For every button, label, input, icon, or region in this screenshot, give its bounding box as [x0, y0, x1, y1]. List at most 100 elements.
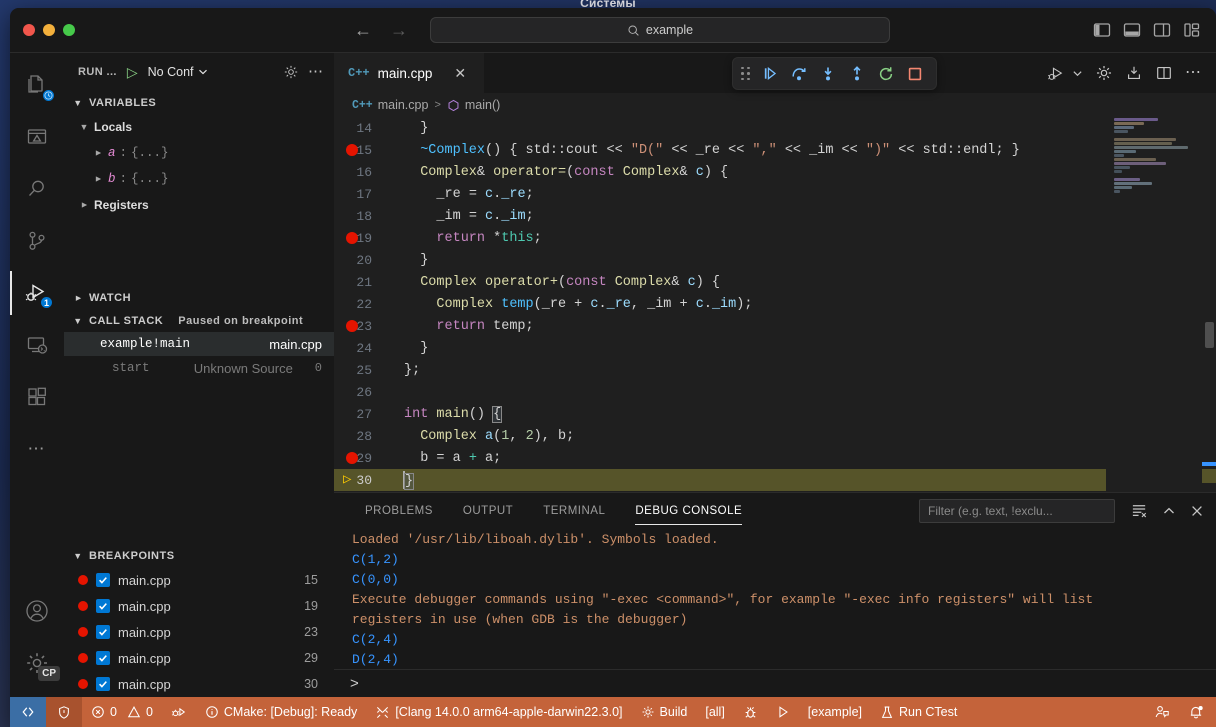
breakpoint-row[interactable]: main.cpp 29 — [64, 645, 334, 671]
callstack-frame-row[interactable]: example!main main.cpp — [64, 332, 334, 356]
status-build-target[interactable]: [all] — [696, 697, 733, 727]
restart-button[interactable] — [873, 61, 899, 87]
status-feedback[interactable] — [1145, 697, 1179, 727]
sidebar-more-actions-icon[interactable]: ⋯ — [308, 64, 324, 79]
chevron-down-icon[interactable] — [1072, 68, 1083, 79]
status-remote-window[interactable] — [10, 697, 46, 727]
variables-scope-registers[interactable]: ▼ Registers — [64, 192, 334, 218]
editor-tab-main-cpp[interactable]: C++ main.cpp ✕ — [334, 53, 484, 93]
save-all-icon[interactable] — [1125, 64, 1143, 82]
run-and-debug-sidebar: RUN ... ▷ No Conf ⋯ ▼ VARIABLES ▼ Locals… — [64, 53, 334, 697]
frame-line: 0 — [314, 361, 322, 375]
status-ctest[interactable]: Run CTest — [871, 697, 966, 727]
status-problems[interactable]: 0 0 — [82, 697, 162, 727]
scope-label: Registers — [94, 198, 149, 212]
callstack-frame-row[interactable]: start Unknown Source 0 — [64, 356, 334, 380]
toggle-primary-sidebar-icon[interactable] — [1092, 20, 1112, 40]
breakpoint-checkbox[interactable] — [96, 677, 110, 691]
collapse-panel-icon[interactable] — [1162, 504, 1176, 518]
section-variables-header[interactable]: ▼ VARIABLES — [64, 91, 334, 114]
code-editor[interactable]: 14 } 15 ~Complex() { std::cout << "D(" <… — [334, 117, 1216, 492]
close-icon[interactable]: ✕ — [454, 65, 466, 82]
status-notifications[interactable] — [1179, 697, 1216, 727]
breadcrumb-file[interactable]: C++ main.cpp — [352, 98, 428, 112]
code-line: 17 _re = c._re; — [334, 183, 1216, 205]
settings-gear-icon[interactable] — [1095, 64, 1113, 82]
debug-console-output[interactable]: Loaded '/usr/lib/liboah.dylib'. Symbols … — [334, 528, 1216, 669]
go-back-icon[interactable]: ← — [354, 21, 372, 39]
breakpoint-row[interactable]: main.cpp 30 — [64, 671, 334, 697]
tab-output[interactable]: OUTPUT — [448, 493, 528, 528]
more-actions-icon[interactable]: ⋯ — [1185, 65, 1202, 81]
breakpoint-dot-icon[interactable] — [346, 144, 358, 156]
status-launch[interactable] — [767, 697, 799, 727]
editor-minimap[interactable] — [1106, 117, 1202, 492]
activity-item-search[interactable] — [10, 163, 64, 215]
breakpoint-checkbox[interactable] — [96, 573, 110, 587]
tab-debug-console[interactable]: DEBUG CONSOLE — [620, 493, 757, 528]
toggle-secondary-sidebar-icon[interactable] — [1152, 20, 1172, 40]
breakpoints-section: ▼ BREAKPOINTS main.cpp 15 main.cpp 19 ma… — [64, 544, 334, 697]
activity-item-more-views[interactable]: ⋯ — [10, 423, 64, 475]
go-forward-icon[interactable]: → — [390, 21, 408, 39]
console-filter-input[interactable]: Filter (e.g. text, !exclu... — [919, 498, 1115, 523]
status-debug[interactable] — [734, 697, 767, 727]
status-cmake-target[interactable] — [162, 697, 196, 727]
close-window-button[interactable] — [23, 24, 35, 36]
breakpoint-checkbox[interactable] — [96, 625, 110, 639]
variables-scope-locals[interactable]: ▼ Locals — [64, 114, 334, 140]
activity-item-open-preview[interactable] — [10, 111, 64, 163]
status-workspace-trust[interactable] — [46, 697, 82, 727]
command-center-search[interactable]: example — [430, 17, 890, 43]
step-over-button[interactable] — [786, 61, 812, 87]
split-editor-icon[interactable] — [1155, 64, 1173, 82]
scrollbar-thumb[interactable] — [1205, 322, 1214, 348]
minimize-window-button[interactable] — [43, 24, 55, 36]
drag-handle-icon[interactable] — [741, 66, 750, 81]
activity-item-source-control[interactable] — [10, 215, 64, 267]
status-kit[interactable]: [Clang 14.0.0 arm64-apple-darwin22.3.0] — [366, 697, 631, 727]
breakpoint-dot-icon[interactable] — [346, 320, 358, 332]
maximize-window-button[interactable] — [63, 24, 75, 36]
breadcrumb-symbol[interactable]: main() — [447, 98, 500, 112]
customize-layout-icon[interactable] — [1182, 20, 1202, 40]
status-build[interactable]: Build — [632, 697, 697, 727]
activity-item-run-and-debug[interactable]: 1 — [10, 267, 64, 319]
activity-item-remote-explorer[interactable] — [10, 319, 64, 371]
editor-scrollbar[interactable] — [1202, 117, 1216, 492]
activity-item-extensions[interactable] — [10, 371, 64, 423]
section-watch-header[interactable]: ▼ WATCH — [64, 286, 334, 309]
breakpoint-dot-icon[interactable] — [346, 232, 358, 244]
activity-item-settings[interactable]: CP — [10, 637, 64, 689]
breakpoint-checkbox[interactable] — [96, 651, 110, 665]
breakpoint-row[interactable]: main.cpp 15 — [64, 567, 334, 593]
step-into-button[interactable] — [815, 61, 841, 87]
code-line: 19 return *this; — [334, 227, 1216, 249]
start-debugging-icon[interactable]: ▷ — [127, 64, 138, 81]
stop-button[interactable] — [902, 61, 928, 87]
clear-console-icon[interactable] — [1131, 502, 1148, 519]
activity-item-account[interactable] — [10, 585, 64, 637]
breakpoint-row[interactable]: main.cpp 19 — [64, 593, 334, 619]
status-cmake-status[interactable]: CMake: [Debug]: Ready — [196, 697, 366, 727]
step-out-button[interactable] — [844, 61, 870, 87]
breakpoint-row[interactable]: main.cpp 23 — [64, 619, 334, 645]
toggle-panel-icon[interactable] — [1122, 20, 1142, 40]
open-launch-json-gear-icon[interactable] — [283, 64, 299, 80]
close-panel-icon[interactable] — [1190, 504, 1204, 518]
run-or-debug-icon[interactable] — [1047, 64, 1066, 83]
line-number: 14 — [356, 120, 372, 136]
launch-configuration-select[interactable]: No Conf — [148, 65, 208, 79]
section-breakpoints-header[interactable]: ▼ BREAKPOINTS — [64, 544, 334, 567]
status-launch-target[interactable]: [example] — [799, 697, 871, 727]
section-callstack-header[interactable]: ▼ CALL STACK Paused on breakpoint — [64, 309, 334, 332]
tab-problems[interactable]: PROBLEMS — [350, 493, 448, 528]
breakpoint-checkbox[interactable] — [96, 599, 110, 613]
continue-button[interactable] — [757, 61, 783, 87]
debug-console-input[interactable]: > — [334, 669, 1216, 697]
tab-terminal[interactable]: TERMINAL — [528, 493, 620, 528]
variable-row-b[interactable]: ▼ b: {...} — [64, 166, 334, 192]
activity-item-explorer[interactable] — [10, 59, 64, 111]
variable-row-a[interactable]: ▼ a: {...} — [64, 140, 334, 166]
breakpoint-dot-icon[interactable] — [346, 452, 358, 464]
